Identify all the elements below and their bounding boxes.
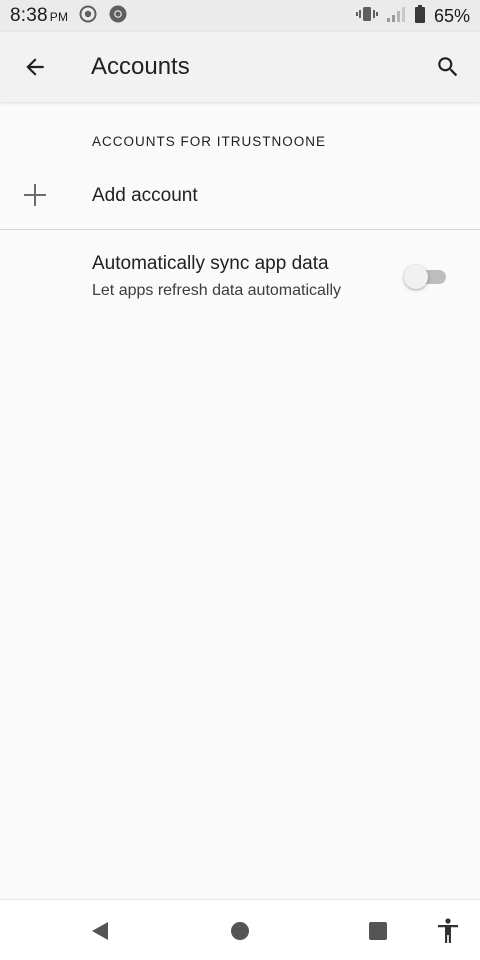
auto-sync-toggle[interactable] [404, 264, 448, 290]
nav-accessibility-button[interactable] [418, 900, 478, 960]
nav-home-button[interactable] [210, 900, 270, 960]
screen-record-icon [78, 4, 98, 29]
plus-icon [24, 184, 46, 206]
battery-percent: 65% [433, 5, 470, 26]
add-account-label: Add account [92, 185, 198, 206]
auto-sync-title: Automatically sync app data [92, 253, 329, 274]
page-title: Accounts [91, 53, 190, 80]
auto-sync-subtitle: Let apps refresh data automatically [92, 282, 342, 299]
battery-icon [414, 4, 426, 28]
status-time-ampm: PM [49, 10, 69, 24]
section-header: ACCOUNTS FOR ITRUSTNOONE [92, 134, 327, 149]
navigation-bar [0, 899, 480, 960]
screen: 8:38 PM 65% Accounts ACCOUNTS FOR ITRUST… [0, 0, 480, 960]
toggle-thumb [404, 265, 428, 289]
recents-square-icon [369, 921, 387, 940]
search-icon [438, 57, 458, 77]
divider [0, 229, 480, 230]
chrome-icon [108, 4, 128, 29]
status-bar: 8:38 PM 65% [0, 0, 480, 32]
nav-recents-button[interactable] [348, 900, 408, 960]
status-left: 8:38 PM [10, 4, 128, 29]
auto-sync-row[interactable]: Automatically sync app data Let apps ref… [0, 242, 480, 312]
status-right: 65% [355, 4, 470, 28]
search-button[interactable] [424, 43, 472, 91]
back-button[interactable] [11, 43, 59, 91]
accessibility-icon [438, 917, 458, 943]
status-time-value: 8:38 [10, 5, 48, 26]
arrow-back-icon [26, 58, 44, 76]
vibrate-icon [355, 5, 378, 28]
home-circle-icon [231, 921, 249, 940]
nav-back-button[interactable] [70, 900, 130, 960]
signal-icon [386, 5, 406, 28]
app-bar: Accounts [0, 32, 480, 102]
status-time: 8:38 PM [10, 5, 68, 27]
add-account-row[interactable]: Add account [0, 164, 480, 228]
back-triangle-icon [92, 921, 108, 940]
